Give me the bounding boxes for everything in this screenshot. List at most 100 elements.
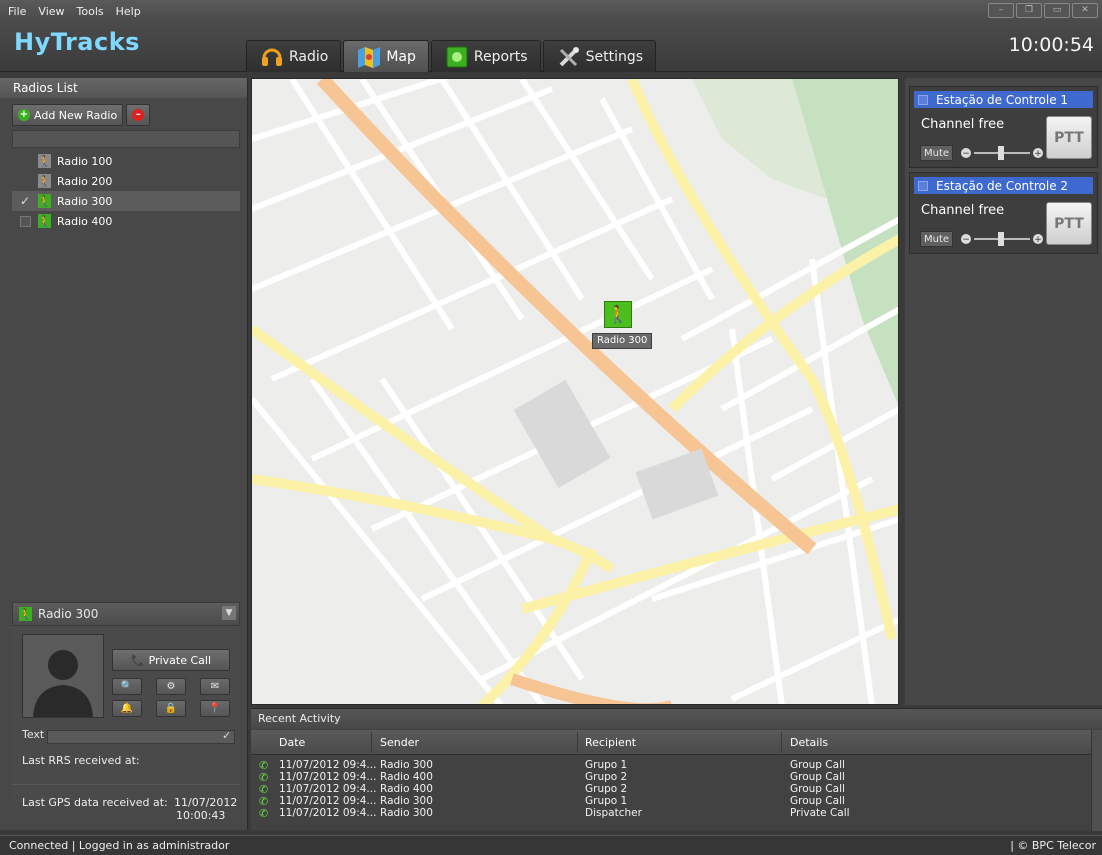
svg-text:+: + xyxy=(1034,235,1042,245)
headset-icon xyxy=(259,44,285,70)
table-cell: Radio 300 xyxy=(380,795,433,807)
menu-help[interactable]: Help xyxy=(116,5,141,18)
text-label: Text xyxy=(22,728,45,741)
table-cell: Radio 400 xyxy=(380,783,433,795)
tab-reports[interactable]: Reports xyxy=(430,40,541,72)
recent-activity-panel: Recent Activity Date Sender Recipient De… xyxy=(251,708,1102,831)
checkmark-icon[interactable]: ✓ xyxy=(18,194,32,208)
table-row[interactable]: ✆ 11/07/2012 09:4... Radio 300 Grupo 1 Group… xyxy=(251,795,1091,808)
table-cell: Grupo 2 xyxy=(585,783,628,795)
close-icon[interactable]: ✕ xyxy=(1072,3,1098,18)
connection-status: Connected | Logged in as administrador xyxy=(9,839,230,852)
table-cell: 11/07/2012 09:4... xyxy=(279,783,377,795)
walking-person-icon: 🚶 xyxy=(37,154,52,168)
app-logo: HyTracks xyxy=(14,28,140,56)
radio-marker-label: Radio 300 xyxy=(592,333,653,349)
svg-text:−: − xyxy=(962,149,970,159)
activity-scrollbar[interactable] xyxy=(1091,730,1102,831)
table-cell: Dispatcher xyxy=(585,807,642,819)
window-controls: – ❐ ▭ ✕ xyxy=(988,3,1098,18)
add-radio-button[interactable]: + Add New Radio xyxy=(12,104,124,126)
table-row[interactable]: ✆ 11/07/2012 09:4... Radio 300 Dispatcher Pr… xyxy=(251,807,1091,820)
table-cell: Radio 300 xyxy=(380,807,433,819)
table-cell: Grupo 1 xyxy=(585,759,628,771)
radio-list-item[interactable]: ✓ 🚶 Radio 300 xyxy=(12,191,240,211)
control-stations-panel: Estação de Controle 1 Channel free Mute … xyxy=(905,78,1102,705)
radio-search-input[interactable] xyxy=(12,130,240,148)
volume-slider[interactable]: − + xyxy=(960,145,1044,161)
last-gps-label: Last GPS data received at: xyxy=(22,796,168,809)
recent-activity-title: Recent Activity xyxy=(251,709,1102,729)
station-checkbox[interactable] xyxy=(918,94,928,105)
col-sender[interactable]: Sender xyxy=(380,736,419,749)
table-cell: 11/07/2012 09:4... xyxy=(279,759,377,771)
radio-detail-panel: 🚶 Radio 300 ▼ 📞 Private Call 🔍 ⚙ ✉ 🔔 🔒 📍 xyxy=(12,602,240,802)
menu-tools[interactable]: Tools xyxy=(77,5,104,18)
last-rrs-label: Last RRS received at: xyxy=(22,754,140,767)
table-cell: Radio 300 xyxy=(380,759,433,771)
table-cell: 11/07/2012 09:4... xyxy=(279,795,377,807)
radios-toolbar: + Add New Radio – xyxy=(12,104,151,126)
status-bar: Connected | Logged in as administrador |… xyxy=(0,835,1102,855)
radio-checkbox[interactable] xyxy=(20,215,31,227)
tab-settings[interactable]: Settings xyxy=(542,40,657,72)
fullscreen-icon[interactable]: ▭ xyxy=(1044,3,1070,18)
copyright: | © BPC Telecor xyxy=(1010,839,1096,852)
radio-list-item[interactable]: 🚶 Radio 200 xyxy=(12,171,240,191)
remove-radio-button[interactable]: – xyxy=(126,104,151,126)
menu-file[interactable]: File xyxy=(8,5,26,18)
ptt-button[interactable]: PTT xyxy=(1046,116,1092,159)
table-row[interactable]: ✆ 11/07/2012 09:4... Radio 300 Grupo 1 Group… xyxy=(251,759,1091,772)
search-icon[interactable]: 🔍 xyxy=(112,678,142,695)
tools-icon xyxy=(556,44,582,70)
chevron-down-icon[interactable]: ▼ xyxy=(222,606,236,620)
private-call-button[interactable]: 📞 Private Call xyxy=(112,649,230,671)
station-checkbox[interactable] xyxy=(918,180,928,191)
col-date[interactable]: Date xyxy=(279,736,305,749)
radios-panel-title: Radios List xyxy=(0,78,247,98)
table-cell: Group Call xyxy=(790,795,845,807)
station-header[interactable]: Estação de Controle 1 xyxy=(914,91,1093,108)
col-details[interactable]: Details xyxy=(790,736,828,749)
main-tabs: Radio Map Reports Settings xyxy=(246,40,658,72)
reports-icon xyxy=(444,44,470,70)
walking-person-icon: 🚶 xyxy=(37,214,52,228)
restore-icon[interactable]: ❐ xyxy=(1016,3,1042,18)
table-cell: Radio 400 xyxy=(380,771,433,783)
control-station-1: Estação de Controle 1 Channel free Mute … xyxy=(909,86,1098,168)
lock-icon[interactable]: 🔒 xyxy=(156,700,186,717)
walking-person-icon: 🚶 xyxy=(18,607,33,621)
radio-list: 🚶 Radio 100 🚶 Radio 200 ✓ 🚶 Radio 300 🚶 … xyxy=(12,151,240,231)
settings-icon[interactable]: ⚙ xyxy=(156,678,186,695)
walking-person-icon: 🚶 xyxy=(37,174,52,188)
channel-status: Channel free xyxy=(921,117,1005,132)
radio-list-item[interactable]: 🚶 Radio 100 xyxy=(12,151,240,171)
plus-icon: + xyxy=(18,109,30,121)
mute-button[interactable]: Mute xyxy=(920,231,954,247)
table-row[interactable]: ✆ 11/07/2012 09:4... Radio 400 Grupo 2 Group… xyxy=(251,783,1091,796)
radios-panel: Radios List + Add New Radio – 🚶 Radio 10… xyxy=(0,78,248,830)
volume-slider[interactable]: − + xyxy=(960,231,1044,247)
minimize-icon[interactable]: – xyxy=(988,3,1014,18)
location-pin-icon[interactable]: 📍 xyxy=(200,700,230,717)
clock: 10:00:54 xyxy=(1008,34,1094,56)
radio-marker-icon[interactable]: 🚶 xyxy=(604,301,632,328)
table-cell: Private Call xyxy=(790,807,850,819)
message-icon[interactable]: ✉ xyxy=(200,678,230,695)
radio-list-item[interactable]: 🚶 Radio 400 xyxy=(12,211,240,231)
table-row[interactable]: ✆ 11/07/2012 09:4... Radio 400 Grupo 2 Group… xyxy=(251,771,1091,784)
tab-radio[interactable]: Radio xyxy=(246,40,342,72)
alarm-icon[interactable]: 🔔 xyxy=(112,700,142,717)
mute-button[interactable]: Mute xyxy=(920,145,954,161)
table-cell: 11/07/2012 09:4... xyxy=(279,771,377,783)
station-header[interactable]: Estação de Controle 2 xyxy=(914,177,1093,194)
map-view[interactable]: 🚶 Radio 300 xyxy=(251,78,899,705)
send-check-icon[interactable]: ✓ xyxy=(222,729,231,742)
text-message-input[interactable] xyxy=(47,730,235,744)
svg-text:+: + xyxy=(1034,149,1042,159)
tab-map[interactable]: Map xyxy=(343,40,429,72)
table-cell: Group Call xyxy=(790,759,845,771)
col-recipient[interactable]: Recipient xyxy=(585,736,636,749)
menu-view[interactable]: View xyxy=(38,5,64,18)
ptt-button[interactable]: PTT xyxy=(1046,202,1092,245)
